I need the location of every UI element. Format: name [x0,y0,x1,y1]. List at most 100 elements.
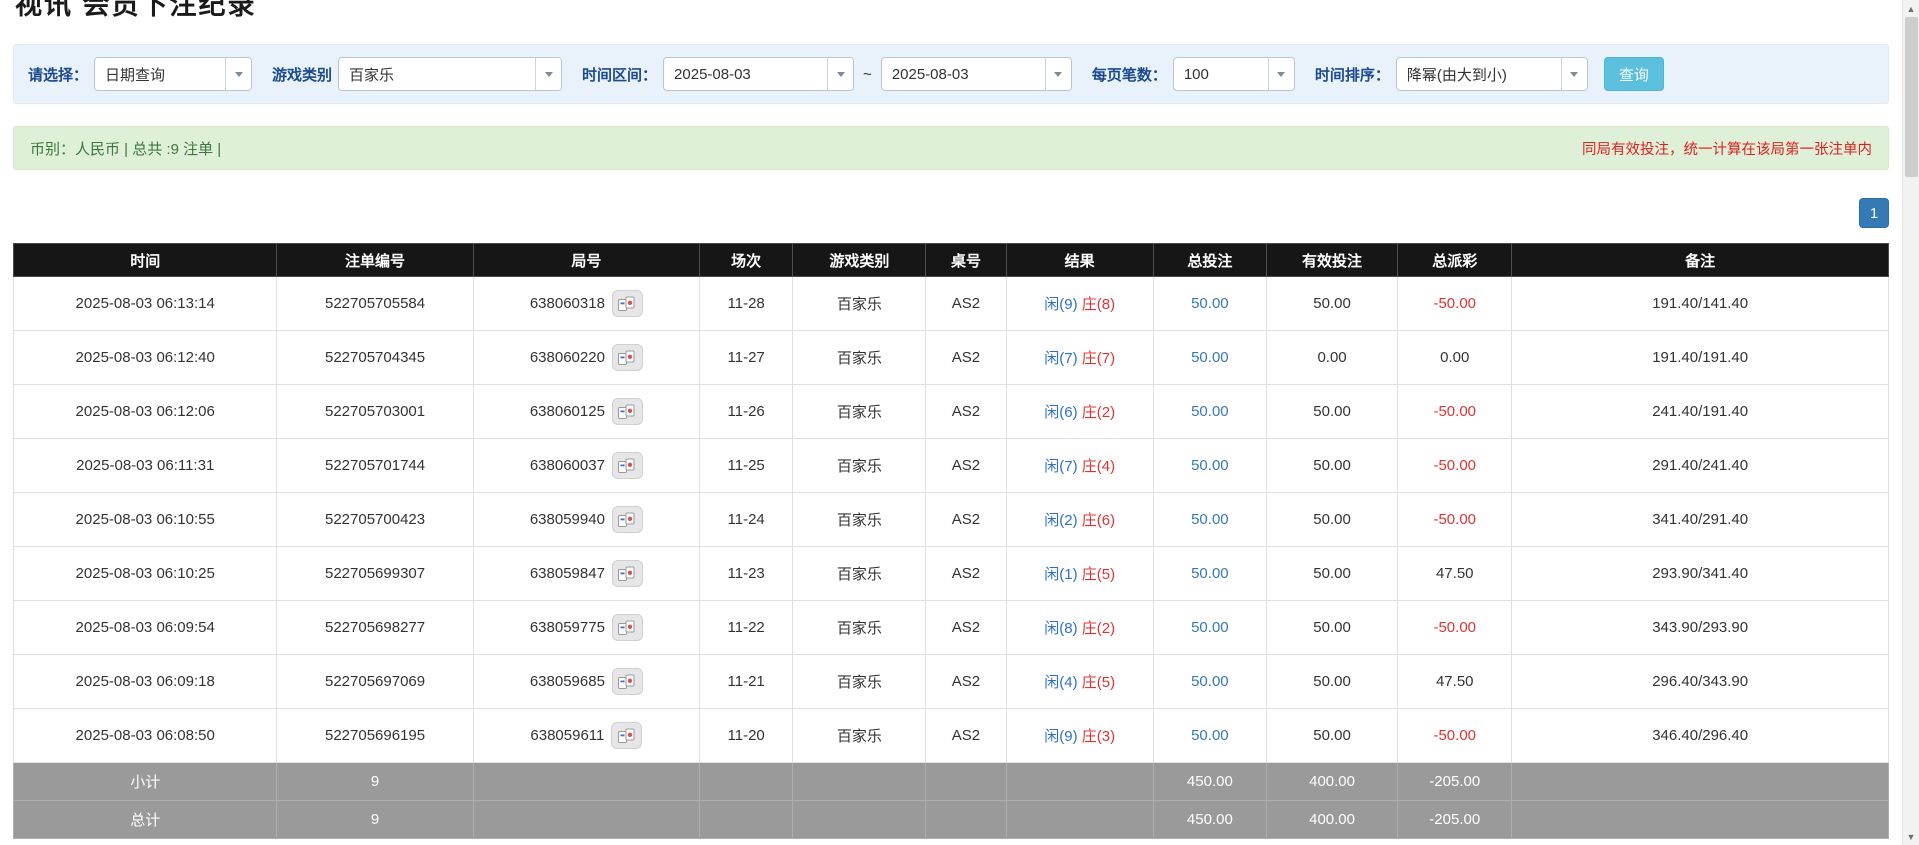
round-replay-icon[interactable] [611,398,643,425]
result-player: 闲(9) [1044,296,1078,313]
cell-payout: -50.00 [1397,276,1513,331]
cell-total-bet[interactable]: 50.00 [1152,438,1267,493]
result-banker: 庄(3) [1081,728,1116,745]
cell-empty [1511,762,1889,801]
round-replay-icon[interactable] [611,506,643,533]
cell-table-no: AS2 [925,654,1007,709]
table-header: 时间 注单编号 局号 场次 游戏类别 桌号 结果 总投注 有效投注 总派彩 备注 [12,243,1889,277]
cell-bet-id: 522705699307 [276,546,474,601]
game-type-label: 游戏类别 [272,66,333,84]
cell-bet-id: 522705698277 [276,600,474,655]
cell-valid-bet: 50.00 [1265,546,1399,601]
table-row: 2025-08-03 06:12:06 522705703001 638060125… [12,384,1889,439]
cell-time: 2025-08-03 06:12:06 [12,384,278,439]
cell-round: 638059847 [472,546,701,601]
game-type-select[interactable]: 百家乐 [338,57,563,91]
sort-order-label: 时间排序： [1314,66,1390,84]
date-to-select[interactable]: 2025-08-03 [880,57,1072,91]
query-type-label: 请选择： [28,66,89,84]
pagination: 1 [13,198,1889,228]
result-player: 闲(6) [1044,404,1078,421]
cell-total-bet[interactable]: 50.00 [1152,600,1267,655]
cell-total-bet[interactable]: 50.00 [1152,276,1267,331]
sort-order-value: 降幂(由大到小) [1406,66,1507,84]
sort-order-select[interactable]: 降幂(由大到小) [1395,57,1588,91]
total-valid-bet: 400.00 [1265,800,1399,839]
table-row: 2025-08-03 06:13:14 522705705584 638060318… [12,276,1889,331]
date-from-select[interactable]: 2025-08-03 [663,57,855,91]
header-bet-id: 注单编号 [276,243,474,277]
date-range-separator: ~ [863,65,872,83]
cell-empty [472,800,701,839]
table-row: 2025-08-03 06:09:54 522705698277 638059775… [12,600,1889,655]
round-replay-icon[interactable] [611,614,643,641]
chevron-down-icon [225,58,252,90]
vertical-scrollbar[interactable]: ▲ ▼ [1902,0,1919,845]
cell-total-bet[interactable]: 50.00 [1152,546,1267,601]
chevron-down-icon [1044,58,1071,90]
cell-round: 638060125 [472,384,701,439]
round-replay-icon[interactable] [611,344,643,371]
subtotal-total-bet: 450.00 [1152,762,1267,801]
round-replay-icon[interactable] [611,452,643,479]
cell-table-no: AS2 [925,276,1007,331]
cell-result: 闲(6) 庄(2) [1005,384,1154,439]
result-banker: 庄(7) [1081,350,1116,367]
cell-game-type: 百家乐 [792,330,927,385]
round-replay-icon[interactable] [611,722,643,749]
query-type-value: 日期查询 [105,66,166,84]
cell-payout: -50.00 [1397,708,1513,763]
query-button[interactable]: 查询 [1603,57,1664,91]
cell-empty [925,762,1007,801]
cell-total-bet[interactable]: 50.00 [1152,384,1267,439]
table-row: 2025-08-03 06:10:55 522705700423 638059940… [12,492,1889,547]
cell-session: 11-27 [699,330,794,385]
cell-remark: 291.40/241.40 [1511,438,1889,493]
cell-round: 638059611 [472,708,701,763]
cell-session: 11-24 [699,492,794,547]
cell-total-bet[interactable]: 50.00 [1152,708,1267,763]
header-valid-bet: 有效投注 [1265,243,1399,277]
scrollbar-thumb[interactable] [1905,17,1918,177]
round-replay-icon[interactable] [611,290,643,317]
round-number: 638060220 [529,349,605,366]
scrollbar-down-arrow-icon[interactable]: ▼ [1903,828,1919,845]
valid-bet-notice-text: 同局有效投注，统一计算在该局第一张注单内 [1582,141,1872,158]
cell-session: 11-26 [699,384,794,439]
round-number: 638060037 [529,457,605,474]
cell-total-bet[interactable]: 50.00 [1152,654,1267,709]
page-number-button[interactable]: 1 [1859,198,1889,228]
page-size-select[interactable]: 100 [1172,57,1295,91]
cell-session: 11-23 [699,546,794,601]
total-label: 总计 [12,800,278,839]
cell-result: 闲(7) 庄(4) [1005,438,1154,493]
total-count: 9 [276,800,474,839]
cell-result: 闲(1) 庄(5) [1005,546,1154,601]
round-replay-icon[interactable] [611,560,643,587]
round-number: 638059940 [529,511,605,528]
result-player: 闲(7) [1044,350,1078,367]
cell-total-bet[interactable]: 50.00 [1152,492,1267,547]
page-title: 视讯 会员下注纪录 [15,0,257,20]
scrollbar-up-arrow-icon[interactable]: ▲ [1903,0,1919,17]
cell-remark: 341.40/291.40 [1511,492,1889,547]
cell-empty [792,762,927,801]
cell-valid-bet: 50.00 [1265,708,1399,763]
round-number: 638059847 [529,565,605,582]
cell-remark: 191.40/191.40 [1511,330,1889,385]
cell-game-type: 百家乐 [792,384,927,439]
result-player: 闲(1) [1044,566,1078,583]
cell-empty [699,800,794,839]
round-replay-icon[interactable] [611,668,643,695]
table-footer: 小计 9 450.00 400.00 -205.00 总计 9 450.00 4… [12,762,1889,839]
cell-game-type: 百家乐 [792,276,927,331]
query-type-select[interactable]: 日期查询 [94,57,253,91]
cell-game-type: 百家乐 [792,438,927,493]
round-number: 638059611 [530,727,605,744]
cell-empty [1005,762,1154,801]
cell-total-bet[interactable]: 50.00 [1152,330,1267,385]
total-payout: -205.00 [1397,800,1513,839]
cell-valid-bet: 0.00 [1265,330,1399,385]
header-session: 场次 [699,243,794,277]
cell-time: 2025-08-03 06:12:40 [12,330,278,385]
